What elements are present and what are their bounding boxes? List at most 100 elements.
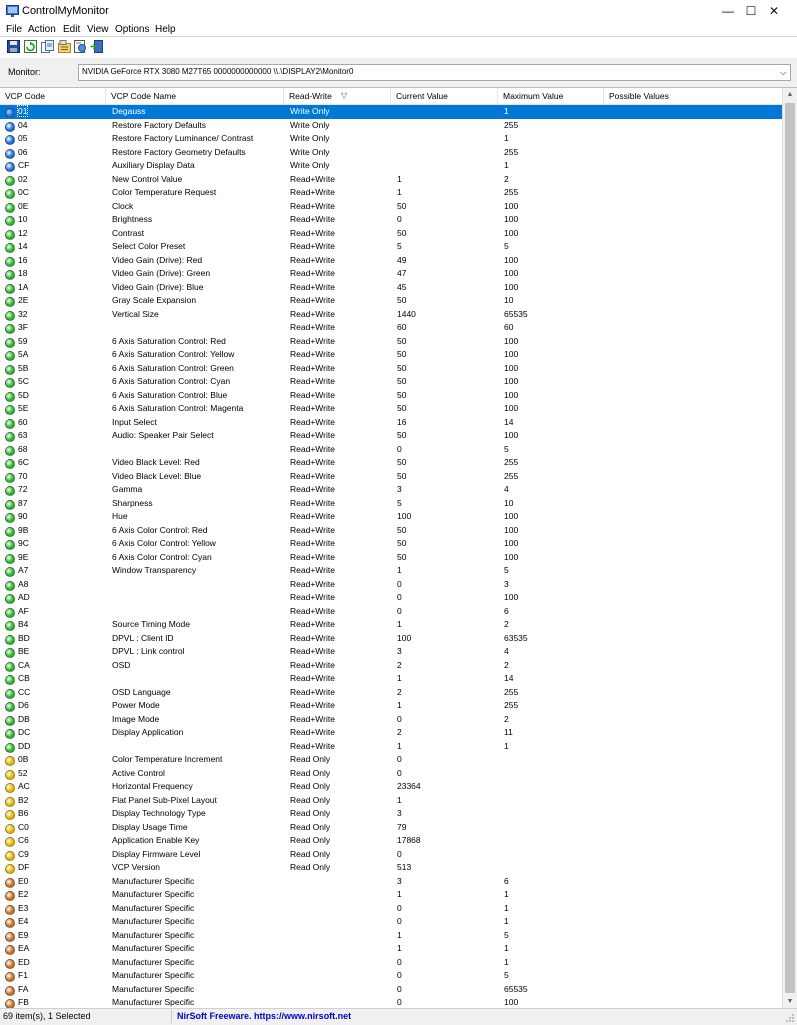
table-row[interactable]: 01 Degauss Write Only 1 (0, 105, 783, 119)
menu-view[interactable]: View (87, 24, 109, 35)
table-row[interactable]: D6 Power Mode Read+Write 1 255 (0, 699, 783, 713)
column-header-vcp-name[interactable]: VCP Code Name (106, 88, 284, 104)
column-header-read-write[interactable]: Read-Write ▽ (284, 88, 391, 104)
table-row[interactable]: 14 Select Color Preset Read+Write 5 5 (0, 240, 783, 254)
table-row[interactable]: 9B 6 Axis Color Control: Red Read+Write 50 1… (0, 524, 783, 538)
table-row[interactable]: 5D 6 Axis Saturation Control: Blue Read+Wr… (0, 389, 783, 403)
scroll-up-icon[interactable]: ▲ (783, 88, 797, 102)
resize-grip-icon[interactable] (785, 1013, 795, 1023)
menu-edit[interactable]: Edit (63, 24, 80, 35)
table-row[interactable]: 68 Read+Write 0 5 (0, 443, 783, 457)
table-row[interactable]: 5A 6 Axis Saturation Control: Yellow Read+… (0, 348, 783, 362)
table-row[interactable]: 04 Restore Factory Defaults Write Only 255 (0, 119, 783, 133)
table-row[interactable]: BD DPVL : Client ID Read+Write 100 63535 (0, 632, 783, 646)
table-row[interactable]: 5C 6 Axis Saturation Control: Cyan Read+Wr… (0, 375, 783, 389)
table-row[interactable]: 16 Video Gain (Drive): Red Read+Write 49 100 (0, 254, 783, 268)
vertical-scrollbar[interactable]: ▲ ▼ (782, 88, 797, 1009)
table-row[interactable]: C9 Display Firmware Level Read Only 0 (0, 848, 783, 862)
table-row[interactable]: 63 Audio: Speaker Pair Select Read+Write 50… (0, 429, 783, 443)
table-row[interactable]: 32 Vertical Size Read+Write 1440 65535 (0, 308, 783, 322)
table-row[interactable]: 06 Restore Factory Geometry Defaults Write… (0, 146, 783, 160)
table-row[interactable]: 5E 6 Axis Saturation Control: Magenta Read… (0, 402, 783, 416)
column-header-current-value[interactable]: Current Value (391, 88, 498, 104)
table-row[interactable]: DD Read+Write 1 1 (0, 740, 783, 754)
table-row[interactable]: 2E Gray Scale Expansion Read+Write 50 10 (0, 294, 783, 308)
column-header-maximum-value[interactable]: Maximum Value (498, 88, 604, 104)
column-header-vcp-code[interactable]: VCP Code (0, 88, 106, 104)
table-row[interactable]: 0E Clock Read+Write 50 100 (0, 200, 783, 214)
table-row[interactable]: 6C Video Black Level: Red Read+Write 50 255 (0, 456, 783, 470)
table-row[interactable]: 59 6 Axis Saturation Control: Red Read+Wri… (0, 335, 783, 349)
table-row[interactable]: DC Display Application Read+Write 2 11 (0, 726, 783, 740)
scrollbar-thumb[interactable] (785, 103, 795, 993)
table-row[interactable]: 9C 6 Axis Color Control: Yellow Read+Write… (0, 537, 783, 551)
table-row[interactable]: 05 Restore Factory Luminance/ Contrast Wri… (0, 132, 783, 146)
current-value-cell: 2 (397, 727, 402, 737)
table-row[interactable]: CC OSD Language Read+Write 2 255 (0, 686, 783, 700)
table-row[interactable]: 12 Contrast Read+Write 50 100 (0, 227, 783, 241)
table-row[interactable]: E0 Manufacturer Specific 3 6 (0, 875, 783, 889)
table-row[interactable]: F1 Manufacturer Specific 0 5 (0, 969, 783, 983)
html-report-icon[interactable] (74, 40, 87, 53)
table-row[interactable]: 1A Video Gain (Drive): Blue Read+Write 45 10… (0, 281, 783, 295)
table-row[interactable]: 72 Gamma Read+Write 3 4 (0, 483, 783, 497)
table-row[interactable]: EA Manufacturer Specific 1 1 (0, 942, 783, 956)
table-row[interactable]: AF Read+Write 0 6 (0, 605, 783, 619)
menu-file[interactable]: File (6, 24, 22, 35)
table-row[interactable]: B2 Flat Panel Sub-Pixel Layout Read Only 1 (0, 794, 783, 808)
table-row[interactable]: 0C Color Temperature Request Read+Write 1 25… (0, 186, 783, 200)
table-row[interactable]: DF VCP Version Read Only 513 (0, 861, 783, 875)
menu-help[interactable]: Help (155, 24, 176, 35)
table-row[interactable]: CF Auxiliary Display Data Write Only 1 (0, 159, 783, 173)
table-row[interactable]: 60 Input Select Read+Write 16 14 (0, 416, 783, 430)
properties-icon[interactable] (58, 40, 71, 53)
chevron-down-icon[interactable]: ⌵ (776, 65, 790, 80)
table-row[interactable]: E2 Manufacturer Specific 1 1 (0, 888, 783, 902)
table-row[interactable]: 70 Video Black Level: Blue Read+Write 50 255 (0, 470, 783, 484)
table-row[interactable]: A7 Window Transparency Read+Write 1 5 (0, 564, 783, 578)
read-write-cell: Read+Write (290, 254, 335, 265)
table-row[interactable]: 3F Read+Write 60 60 (0, 321, 783, 335)
table-row[interactable]: CB Read+Write 1 14 (0, 672, 783, 686)
table-row[interactable]: AC Horizontal Frequency Read Only 23364 (0, 780, 783, 794)
close-button[interactable]: ✕ (751, 0, 797, 22)
table-row[interactable]: AD Read+Write 0 100 (0, 591, 783, 605)
table-row[interactable]: DB Image Mode Read+Write 0 2 (0, 713, 783, 727)
scroll-down-icon[interactable]: ▼ (783, 995, 797, 1009)
table-row[interactable]: 18 Video Gain (Drive): Green Read+Write 47 1… (0, 267, 783, 281)
table-row[interactable]: 5B 6 Axis Saturation Control: Green Read+W… (0, 362, 783, 376)
table-row[interactable]: B4 Source Timing Mode Read+Write 1 2 (0, 618, 783, 632)
table-row[interactable]: BE DPVL : Link control Read+Write 3 4 (0, 645, 783, 659)
table-row[interactable]: E3 Manufacturer Specific 0 1 (0, 902, 783, 916)
maximum-value-cell: 100 (504, 403, 519, 413)
table-row[interactable]: C0 Display Usage Time Read Only 79 (0, 821, 783, 835)
copy-icon[interactable] (41, 40, 54, 53)
table-row[interactable]: B6 Display Technology Type Read Only 3 (0, 807, 783, 821)
vcp-list[interactable]: VCP Code VCP Code Name Read-Write ▽ Curr… (0, 87, 797, 1009)
read-write-cell: Read+Write (290, 578, 335, 589)
table-row[interactable]: A8 Read+Write 0 3 (0, 578, 783, 592)
table-row[interactable]: 02 New Control Value Read+Write 1 2 (0, 173, 783, 187)
maximum-value-cell: 60 (504, 322, 514, 332)
table-row[interactable]: 87 Sharpness Read+Write 5 10 (0, 497, 783, 511)
table-row[interactable]: 52 Active Control Read Only 0 (0, 767, 783, 781)
table-row[interactable]: E9 Manufacturer Specific 1 5 (0, 929, 783, 943)
table-row[interactable]: 90 Hue Read+Write 100 100 (0, 510, 783, 524)
exit-icon[interactable] (90, 40, 103, 53)
monitor-select[interactable]: NVIDIA GeForce RTX 3080 M27T65 000000000… (78, 64, 791, 81)
table-row[interactable]: CA OSD Read+Write 2 2 (0, 659, 783, 673)
table-row[interactable]: FA Manufacturer Specific 0 65535 (0, 983, 783, 997)
save-icon[interactable] (7, 40, 20, 53)
table-row[interactable]: E4 Manufacturer Specific 0 1 (0, 915, 783, 929)
read-write-status-icon (5, 459, 15, 469)
table-row[interactable]: 9E 6 Axis Color Control: Cyan Read+Write 50… (0, 551, 783, 565)
table-row[interactable]: 0B Color Temperature Increment Read Only 0 (0, 753, 783, 767)
table-row[interactable]: 10 Brightness Read+Write 0 100 (0, 213, 783, 227)
column-header-possible-values[interactable]: Possible Values (604, 88, 783, 104)
nirsoft-link[interactable]: NirSoft Freeware. https://www.nirsoft.ne… (177, 1011, 351, 1021)
table-row[interactable]: ED Manufacturer Specific 0 1 (0, 956, 783, 970)
menu-action[interactable]: Action (28, 24, 56, 35)
refresh-icon[interactable] (24, 40, 37, 53)
table-row[interactable]: C6 Application Enable Key Read Only 17868 (0, 834, 783, 848)
menu-options[interactable]: Options (115, 24, 149, 35)
